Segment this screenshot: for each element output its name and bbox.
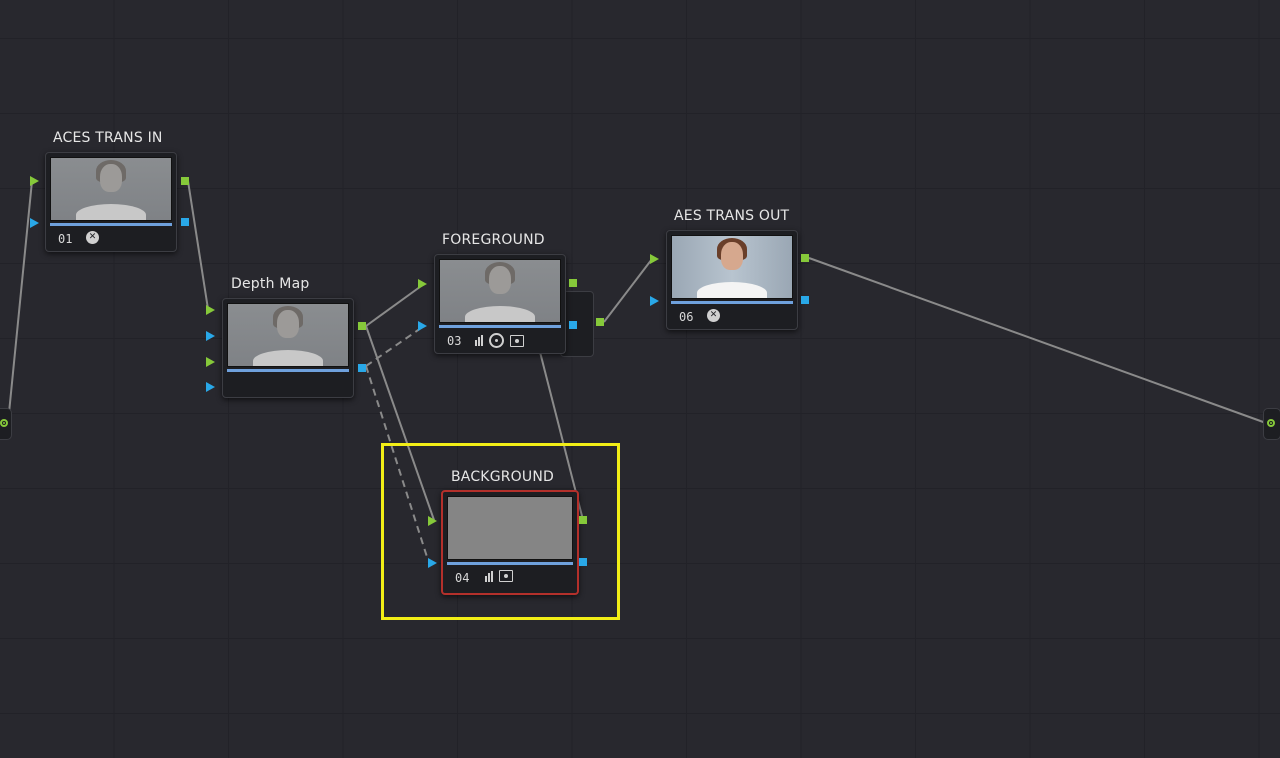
node-foreground[interactable]: 03 — [434, 254, 566, 354]
timeline-output-node[interactable] — [1263, 408, 1280, 440]
node-depth-map[interactable] — [222, 298, 354, 398]
node-title-depth-map: Depth Map — [231, 276, 310, 292]
aces-in-alpha-output-port[interactable] — [181, 218, 189, 226]
foreground-rgb-output-port[interactable] — [569, 279, 577, 287]
depth-map-input-port-4[interactable] — [206, 382, 215, 392]
wire-layer-mixer-to-aes-out — [603, 258, 653, 323]
depth-map-alpha-output-port[interactable] — [358, 364, 366, 372]
node-progress-bar — [227, 369, 349, 372]
aes-out-rgb-output-port[interactable] — [801, 254, 809, 262]
wire-aces-in-to-depth-map — [187, 180, 209, 310]
foreground-alpha-input-port[interactable] — [418, 321, 427, 331]
aces-in-rgb-input-port[interactable] — [30, 176, 39, 186]
aces-transform-icon: ✕ — [707, 309, 720, 322]
node-number: 03 — [447, 334, 462, 348]
node-title-aes-trans-out: AES TRANS OUT — [674, 208, 790, 224]
depth-map-input-port-3[interactable] — [206, 357, 215, 367]
depth-map-rgb-output-port[interactable] — [358, 322, 366, 330]
key-icon — [510, 334, 524, 347]
aes-out-alpha-output-port[interactable] — [801, 296, 809, 304]
highlight-annotation-box — [381, 443, 620, 620]
wire-aes-out-to-output — [808, 257, 1267, 424]
wire-depth-to-foreground-alpha — [365, 325, 425, 367]
node-aces-trans-in[interactable]: 01 ✕ — [45, 152, 177, 252]
node-number: 06 — [679, 310, 694, 324]
foreground-alpha-output-port[interactable] — [569, 321, 577, 329]
node-thumbnail — [439, 259, 561, 323]
layer-mixer-output-port[interactable] — [596, 318, 604, 326]
curves-icon — [475, 335, 483, 346]
node-title-foreground: FOREGROUND — [442, 232, 545, 248]
connection-wires — [7, 180, 1267, 561]
window-icon — [489, 333, 504, 348]
depth-map-input-port-1[interactable] — [206, 305, 215, 315]
aces-in-alpha-input-port[interactable] — [30, 218, 39, 228]
node-progress-bar — [439, 325, 561, 328]
node-thumbnail — [50, 157, 172, 221]
foreground-rgb-input-port[interactable] — [418, 279, 427, 289]
node-progress-bar — [50, 223, 172, 226]
node-aes-trans-out[interactable]: 06 ✕ — [666, 230, 798, 330]
source-input-node[interactable] — [0, 408, 12, 440]
aes-out-alpha-input-port[interactable] — [650, 296, 659, 306]
node-thumbnail — [671, 235, 793, 299]
wire-source-to-aces-in — [7, 180, 33, 424]
node-number: 01 — [58, 232, 73, 246]
aces-in-rgb-output-port[interactable] — [181, 177, 189, 185]
source-output-port[interactable] — [0, 419, 8, 427]
node-title-aces-trans-in: ACES TRANS IN — [53, 130, 163, 146]
aces-transform-icon: ✕ — [86, 231, 99, 244]
node-thumbnail — [227, 303, 349, 367]
timeline-output-port[interactable] — [1267, 419, 1275, 427]
wire-depth-to-foreground-rgb — [365, 283, 425, 327]
depth-map-input-port-2[interactable] — [206, 331, 215, 341]
node-progress-bar — [671, 301, 793, 304]
aes-out-rgb-input-port[interactable] — [650, 254, 659, 264]
